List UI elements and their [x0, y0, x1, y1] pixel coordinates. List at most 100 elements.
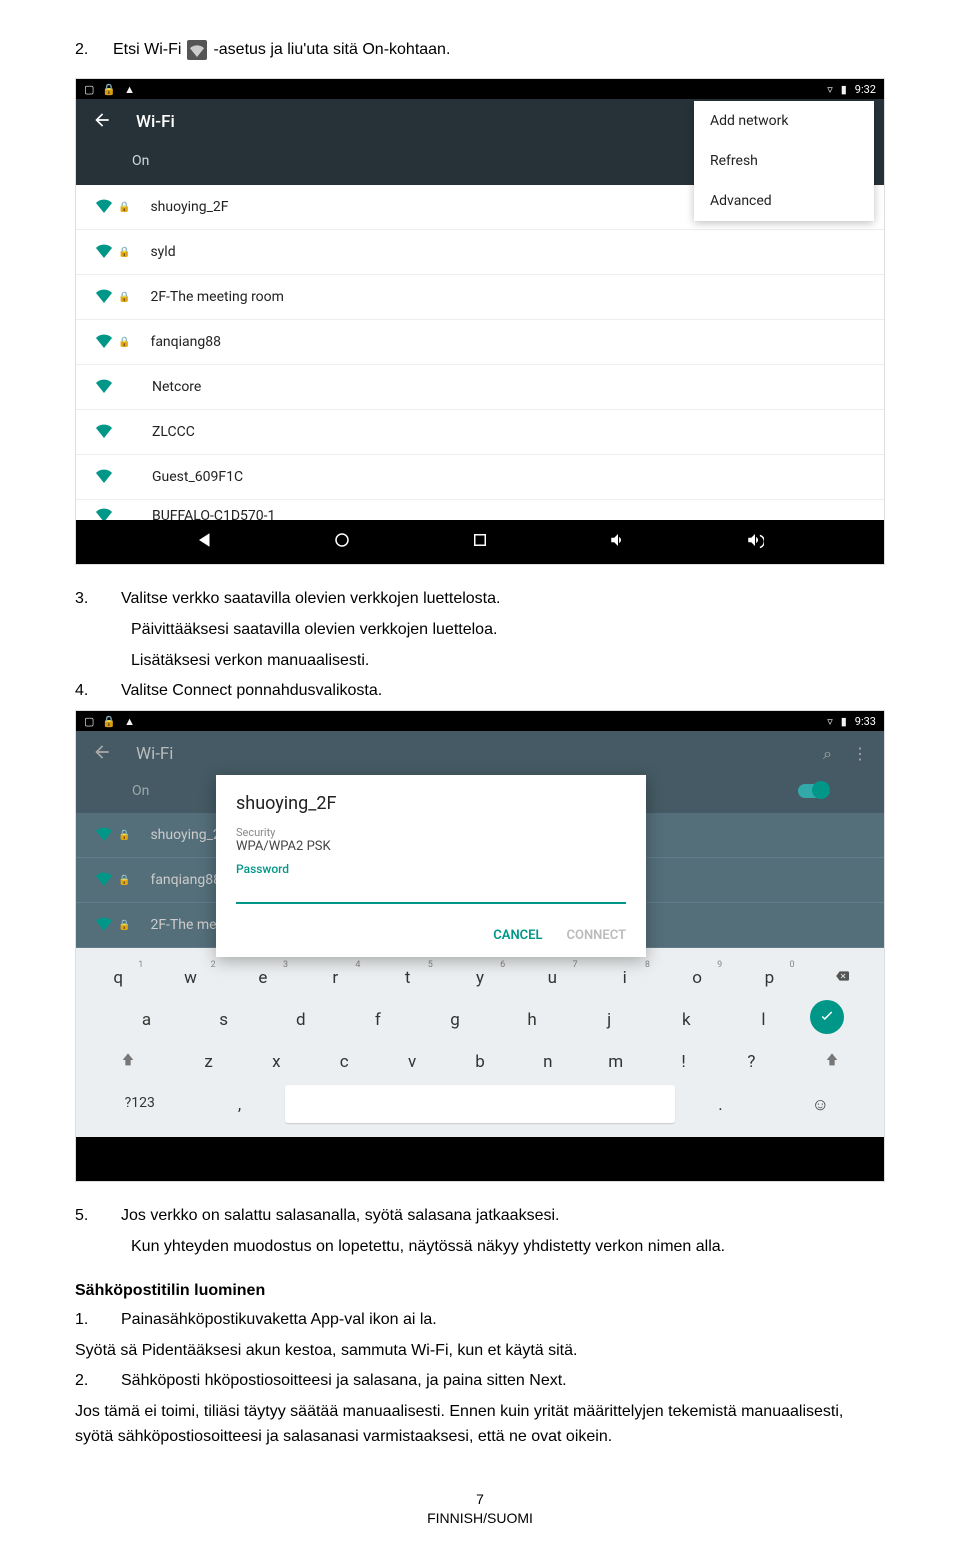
- key-k[interactable]: k: [651, 1000, 722, 1038]
- network-ssid: syld: [150, 244, 864, 260]
- key-c[interactable]: c: [313, 1042, 375, 1081]
- page-lang: FINNISH/SUOMI: [75, 1509, 885, 1529]
- lock-icon: 🔒: [102, 83, 116, 96]
- battery-icon: ▮: [841, 715, 847, 728]
- screenshot-icon: ▢: [84, 83, 94, 96]
- key-n[interactable]: n: [517, 1042, 579, 1081]
- key-d[interactable]: d: [265, 1000, 336, 1038]
- key-l[interactable]: l: [728, 1000, 799, 1038]
- wifi-status-icon: ▿: [827, 715, 833, 728]
- lock-icon: 🔒: [118, 875, 130, 886]
- dialog-cancel-button[interactable]: CANCEL: [493, 928, 542, 943]
- email-section-title: Sähköpostitilin luominen: [75, 1282, 885, 1300]
- key-j[interactable]: j: [574, 1000, 645, 1038]
- key-z[interactable]: z: [178, 1042, 240, 1081]
- wifi-signal-icon: [96, 506, 112, 520]
- battery-icon: ▮: [841, 83, 847, 96]
- wifi-signal-icon: [96, 287, 112, 307]
- network-item[interactable]: Guest_609F1C: [76, 455, 884, 500]
- key-b[interactable]: b: [449, 1042, 511, 1081]
- screenshot-icon: ▢: [84, 715, 94, 728]
- wifi-settings-icon: [187, 40, 207, 60]
- key-enter[interactable]: [810, 1000, 844, 1034]
- nav-recent-icon[interactable]: [471, 531, 489, 553]
- key-f[interactable]: f: [342, 1000, 413, 1038]
- nav-volup-icon[interactable]: [746, 531, 764, 553]
- key-emoji[interactable]: ☺: [766, 1085, 875, 1123]
- key-w[interactable]: 2w: [157, 958, 223, 996]
- key-symbols[interactable]: ?123: [85, 1085, 194, 1123]
- key-space[interactable]: [285, 1085, 676, 1123]
- network-item[interactable]: 🔒 fanqiang88: [76, 320, 884, 365]
- key-shift[interactable]: [85, 1042, 172, 1081]
- key-v[interactable]: v: [381, 1042, 443, 1081]
- page-footer: 7 FINNISH/SUOMI: [75, 1490, 885, 1529]
- key-g[interactable]: g: [419, 1000, 490, 1038]
- key-shift[interactable]: [788, 1042, 875, 1081]
- network-ssid: fanqiang88: [150, 334, 864, 350]
- key-i[interactable]: 8i: [592, 958, 658, 996]
- network-ssid: BUFFALO-C1D570-1: [152, 508, 864, 520]
- menu-advanced[interactable]: Advanced: [694, 181, 874, 221]
- key-m[interactable]: m: [585, 1042, 647, 1081]
- nav-voldown-icon[interactable]: [609, 531, 627, 553]
- dialog-security-value: WPA/WPA2 PSK: [236, 839, 626, 854]
- key-t[interactable]: 5t: [374, 958, 440, 996]
- wifi-toggle: [798, 784, 828, 798]
- key-p[interactable]: 0p: [736, 958, 802, 996]
- network-item[interactable]: 🔒 2F-The meeting room: [76, 275, 884, 320]
- dialog-password-input[interactable]: [236, 902, 626, 904]
- email-item-1b: Syötä sä Pidentääksesi akun kestoa, samm…: [75, 1339, 885, 1364]
- key-h[interactable]: h: [497, 1000, 568, 1038]
- wifi-signal-icon: [96, 332, 112, 352]
- network-item[interactable]: BUFFALO-C1D570-1: [76, 500, 884, 520]
- intro-after: -asetus ja liu'uta sitä On-kohtaan.: [213, 41, 450, 59]
- key-q[interactable]: 1q: [85, 958, 151, 996]
- key-comma[interactable]: ,: [200, 1085, 278, 1123]
- dimmed-background: Wi-Fi ⌕ ⋮ On 🔒shuoying_2F🔒fanqiang88🔒2F-…: [76, 731, 884, 948]
- network-ssid: 2F-The meeting room: [150, 289, 864, 305]
- key-r[interactable]: 4r: [302, 958, 368, 996]
- back-icon: [92, 742, 112, 766]
- intro-before: Etsi Wi-Fi: [113, 41, 181, 59]
- menu-add-network[interactable]: Add network: [694, 101, 874, 141]
- lock-icon: 🔒: [118, 247, 130, 258]
- key-o[interactable]: 9o: [664, 958, 730, 996]
- key-u[interactable]: 7u: [519, 958, 585, 996]
- para-4: 4. Valitse Connect ponnahdusvalikosta.: [75, 679, 885, 704]
- nav-bar: [76, 520, 884, 564]
- network-item[interactable]: Netcore: [76, 365, 884, 410]
- key-s[interactable]: s: [188, 1000, 259, 1038]
- connect-dialog: shuoying_2F Security WPA/WPA2 PSK Passwo…: [216, 775, 646, 957]
- wifi-signal-icon: [96, 242, 112, 262]
- debug-icon: ▲: [124, 83, 135, 96]
- dialog-connect-button[interactable]: CONNECT: [567, 928, 627, 943]
- wifi-signal-icon: [96, 377, 112, 397]
- nav-back-icon[interactable]: [196, 531, 214, 553]
- page-number: 7: [75, 1490, 885, 1510]
- lock-icon: 🔒: [118, 202, 130, 213]
- lock-icon: 🔒: [118, 292, 130, 303]
- nav-home-icon[interactable]: [333, 531, 351, 553]
- key-?[interactable]: ?: [720, 1042, 782, 1081]
- network-item[interactable]: ZLCCC: [76, 410, 884, 455]
- key-a[interactable]: a: [111, 1000, 182, 1038]
- network-item[interactable]: 🔒 syld: [76, 230, 884, 275]
- lock-icon: 🔒: [118, 337, 130, 348]
- para-3b: Päivittääksesi saatavilla olevien verkko…: [75, 618, 885, 643]
- key-x[interactable]: x: [245, 1042, 307, 1081]
- menu-refresh[interactable]: Refresh: [694, 141, 874, 181]
- key-y[interactable]: 6y: [447, 958, 513, 996]
- key-backspace[interactable]: [809, 958, 875, 996]
- wifi-on-label-2: On: [132, 783, 149, 799]
- key-dot[interactable]: .: [681, 1085, 759, 1123]
- network-ssid: Guest_609F1C: [152, 469, 864, 485]
- back-icon[interactable]: [92, 110, 112, 134]
- key-![interactable]: !: [653, 1042, 715, 1081]
- key-e[interactable]: 3e: [230, 958, 296, 996]
- network-ssid: Netcore: [152, 379, 864, 395]
- dialog-security-label: Security: [236, 826, 626, 839]
- status-bar-2: ▢ 🔒 ▲ ▿ ▮ 9:33: [76, 711, 884, 731]
- debug-icon: ▲: [124, 715, 135, 728]
- overflow-menu: Add network Refresh Advanced: [694, 101, 874, 221]
